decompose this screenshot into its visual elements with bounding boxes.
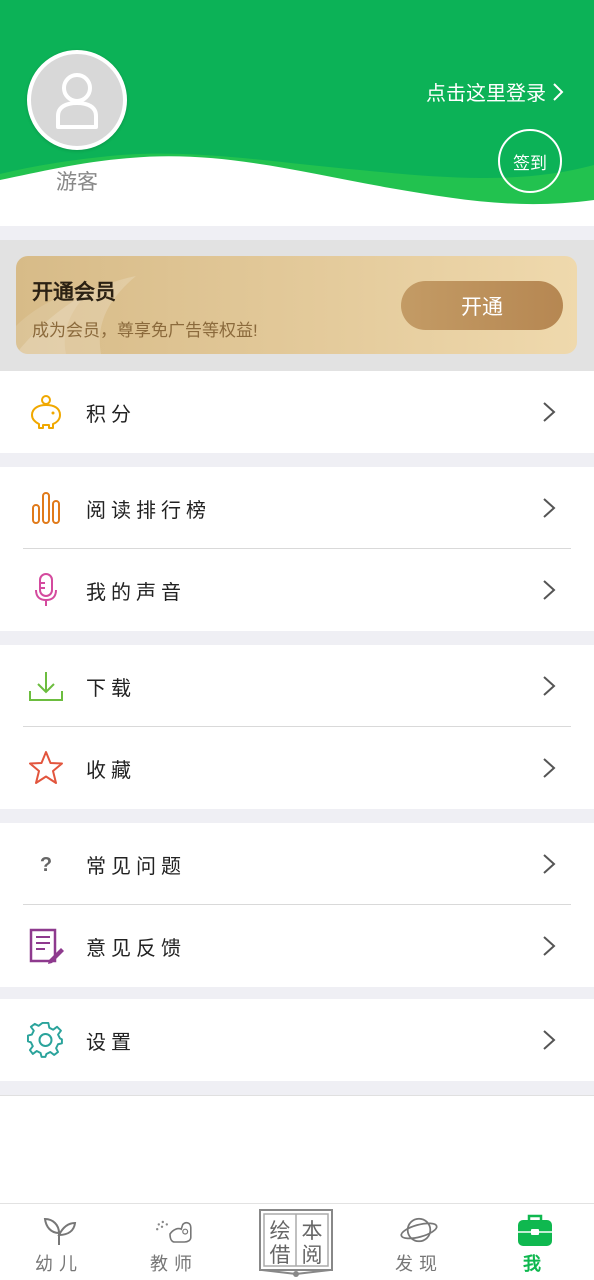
tab-teacher[interactable]: 教师 (115, 1204, 233, 1280)
login-link[interactable]: 点击这里登录 (426, 77, 564, 106)
tab-label: 我 (523, 1254, 547, 1274)
login-text: 点击这里登录 (426, 83, 546, 105)
chevron-right-icon (543, 936, 556, 956)
menu-group-help: ? 常见问题 意见反馈 (0, 823, 594, 987)
sprout-icon (39, 1212, 79, 1248)
vip-title: 开通会员 (32, 281, 116, 304)
chevron-right-icon (543, 676, 556, 696)
chevron-right-icon (543, 580, 556, 600)
menu-label: 阅读排行榜 (86, 499, 211, 522)
download-icon (27, 667, 65, 705)
planet-icon (399, 1212, 439, 1248)
menu-item-favorites[interactable]: 收藏 (0, 727, 594, 809)
menu-label: 意见反馈 (86, 937, 186, 960)
question-icon: ? (27, 845, 65, 883)
menu-group-settings: 设置 (0, 999, 594, 1081)
menu-label: 设置 (86, 1031, 136, 1054)
user-silhouette-icon (56, 73, 98, 129)
menu-label: 积分 (86, 403, 136, 426)
profile-header: 游客 点击这里登录 签到 (0, 0, 594, 226)
blank-area (0, 1095, 594, 1203)
chevron-right-icon (543, 498, 556, 518)
bottom-tab-bar: 幼儿 教师 绘 本 借 阅 发现 我 (0, 1203, 594, 1280)
briefcase-icon (515, 1212, 555, 1248)
checkin-label: 签到 (513, 153, 547, 173)
tab-label: 幼儿 (35, 1254, 83, 1274)
chevron-right-icon (553, 82, 564, 101)
menu-item-faq[interactable]: ? 常见问题 (0, 823, 594, 905)
teacher-icon (154, 1212, 194, 1248)
menu-item-feedback[interactable]: 意见反馈 (0, 905, 594, 987)
avatar[interactable] (27, 50, 127, 150)
tab-label: 教师 (150, 1254, 198, 1274)
bar-chart-icon (27, 489, 65, 527)
vip-subtitle: 成为会员，尊享免广告等权益! (32, 321, 258, 340)
menu-group-library: 下载 收藏 (0, 645, 594, 809)
menu-label: 下载 (86, 677, 136, 700)
guest-name: 游客 (56, 171, 98, 194)
checkin-button[interactable]: 签到 (498, 129, 562, 193)
book-char-2: 本 (302, 1219, 323, 1243)
menu-item-reading-rank[interactable]: 阅读排行榜 (0, 467, 594, 549)
tab-picture-book-borrow[interactable]: 绘 本 借 阅 (258, 1208, 334, 1278)
book-char-1: 绘 (270, 1219, 291, 1243)
menu-group-reading: 阅读排行榜 我的声音 (0, 467, 594, 631)
piggy-bank-icon (27, 393, 65, 431)
menu-label: 我的声音 (86, 581, 186, 604)
menu-item-my-voice[interactable]: 我的声音 (0, 549, 594, 631)
edit-note-icon (27, 927, 65, 965)
book-char-4: 阅 (302, 1243, 323, 1267)
tab-me[interactable]: 我 (476, 1204, 594, 1280)
menu-item-download[interactable]: 下载 (0, 645, 594, 727)
menu-item-settings[interactable]: 设置 (0, 999, 594, 1081)
tab-children[interactable]: 幼儿 (0, 1204, 118, 1280)
vip-open-button[interactable]: 开通 (401, 281, 563, 330)
gear-icon (27, 1021, 65, 1059)
menu-label: 常见问题 (86, 855, 186, 878)
chevron-right-icon (543, 854, 556, 874)
chevron-right-icon (543, 758, 556, 778)
picture-book-icon: 绘 本 借 阅 (259, 1209, 333, 1277)
star-icon (27, 749, 65, 787)
menu-label: 收藏 (86, 759, 136, 782)
vip-section: 开通会员 成为会员，尊享免广告等权益! 开通 (0, 240, 594, 371)
book-char-3: 借 (270, 1243, 291, 1267)
tab-label: 发现 (395, 1254, 443, 1274)
svg-text:?: ? (40, 854, 52, 876)
menu-item-points[interactable]: 积分 (0, 371, 594, 453)
chevron-right-icon (543, 1030, 556, 1050)
tab-discover[interactable]: 发现 (360, 1204, 478, 1280)
vip-card[interactable]: 开通会员 成为会员，尊享免广告等权益! 开通 (16, 256, 577, 354)
chevron-right-icon (543, 402, 556, 422)
microphone-icon (27, 571, 65, 609)
menu-group-points: 积分 (0, 371, 594, 453)
